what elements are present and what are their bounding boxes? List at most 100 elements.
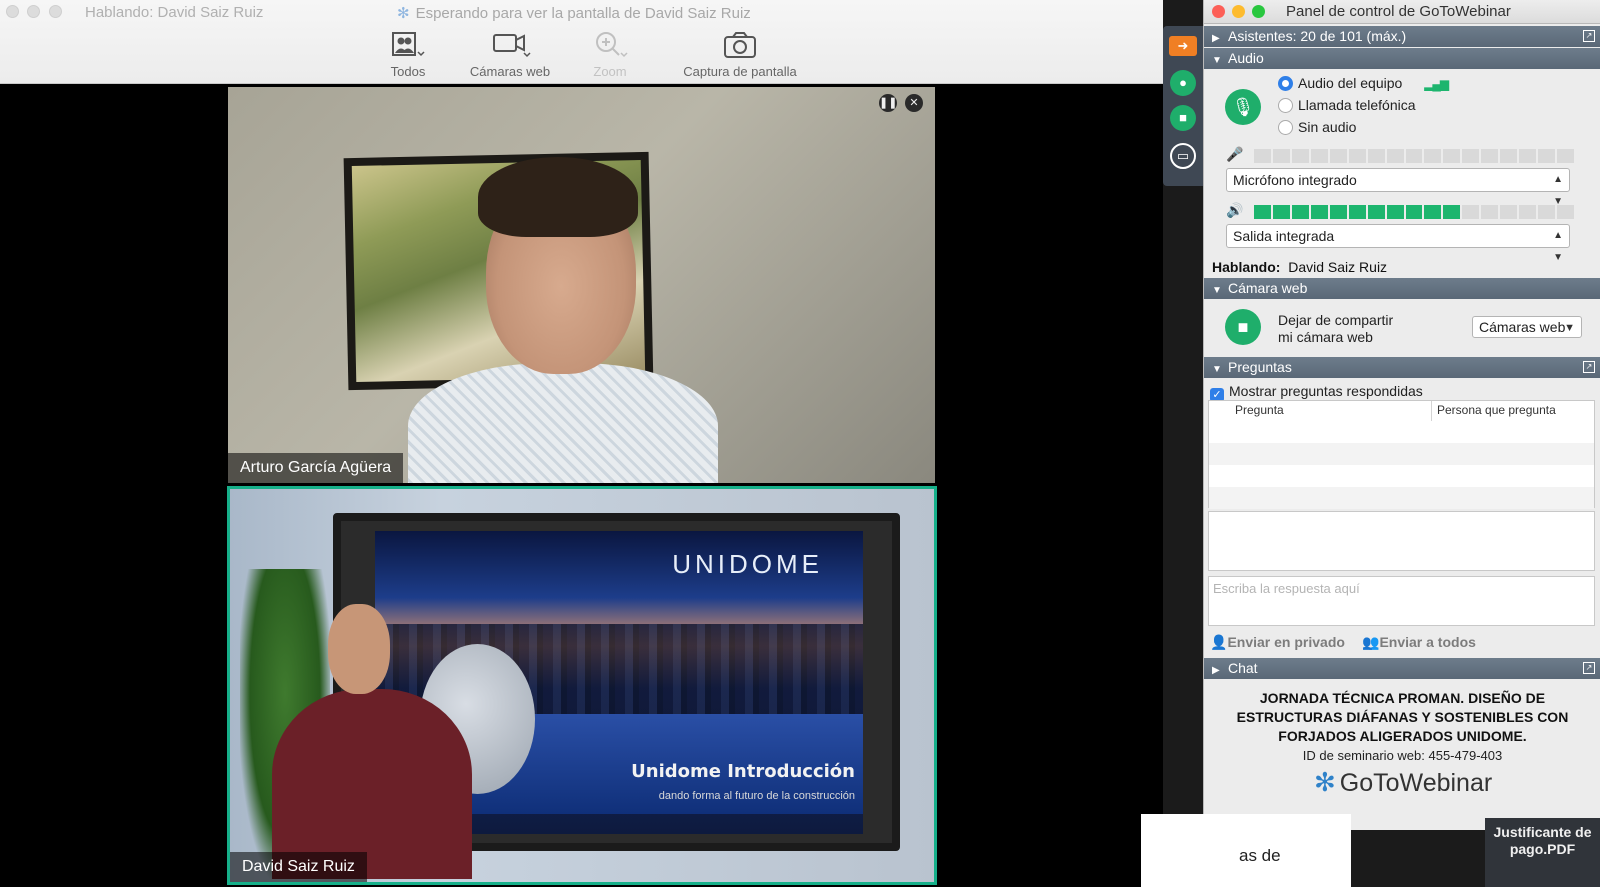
radio-audio-computer[interactable] xyxy=(1278,76,1293,91)
signal-strength-icon: ▂▄▆ xyxy=(1424,77,1449,91)
audio-option-computer[interactable]: Audio del equipo ▂▄▆ xyxy=(1278,75,1449,91)
viewer-speaking-status: Hablando: David Saiz Ruiz xyxy=(85,4,264,21)
meter-segment xyxy=(1254,149,1271,163)
viewer-titlebar: Hablando: David Saiz Ruiz ✻ Esperando par… xyxy=(0,0,1163,84)
pause-icon[interactable]: ❚❚ xyxy=(879,94,897,112)
todos-button[interactable]: Todos xyxy=(383,30,433,79)
webcam-heading: Cámara web xyxy=(1228,280,1308,296)
background-document-text: as de xyxy=(1239,846,1281,865)
webcam-tile-david[interactable]: UNIDOME Unidome Introducción dando forma… xyxy=(227,486,937,885)
brand-name: GoToWebinar xyxy=(1339,769,1493,797)
participant-shirt xyxy=(408,363,718,483)
zoom-button[interactable]: Zoom xyxy=(585,30,635,79)
chat-section-header[interactable]: ▶ Chat ↗ xyxy=(1204,658,1600,679)
control-panel-rail: ➜ ● ■ ▭ xyxy=(1163,26,1203,186)
camaras-web-button[interactable]: Cámaras web xyxy=(458,30,562,79)
zoom-window-button[interactable] xyxy=(49,5,62,18)
gotowebinar-logo: ✻ GoToWebinar xyxy=(1314,767,1492,798)
meter-segment xyxy=(1462,149,1480,163)
show-answered-label: Mostrar preguntas respondidas xyxy=(1229,383,1423,399)
send-private-button[interactable]: 👤Enviar en privado xyxy=(1210,634,1345,651)
close-icon[interactable]: ✕ xyxy=(905,94,923,112)
meter-segment xyxy=(1500,149,1518,163)
stop-sharing-webcam[interactable]: Dejar de compartir mi cámara web xyxy=(1278,312,1393,346)
webinar-id: ID de seminario web: 455-479-403 xyxy=(1302,748,1503,763)
speaker-icon: 🔊 xyxy=(1226,202,1244,218)
question-detail-box xyxy=(1208,511,1595,571)
column-header-person[interactable]: Persona que pregunta xyxy=(1437,403,1556,417)
asistentes-section-header[interactable]: ▶ Asistentes: 20 de 101 (máx.) ↗ xyxy=(1204,26,1600,47)
meter-segment xyxy=(1329,205,1347,219)
captura-de-pantalla-button[interactable]: Captura de pantalla xyxy=(670,30,810,79)
speaking-label: Hablando: xyxy=(1212,259,1281,275)
people-icon xyxy=(392,32,425,57)
mic-level-meter xyxy=(1254,149,1574,163)
captura-label: Captura de pantalla xyxy=(683,64,797,79)
microphone-icon[interactable]: 🎙 xyxy=(1225,89,1261,125)
audio-option-none[interactable]: Sin audio xyxy=(1278,119,1356,135)
updown-icon: ▲ ▼ xyxy=(1553,230,1563,263)
meter-segment xyxy=(1481,149,1499,163)
mic-small-icon: 🎤 xyxy=(1226,146,1244,162)
webcam-tile-arturo[interactable]: ❚❚ ✕ Arturo García Agüera xyxy=(228,87,935,483)
camera-icon xyxy=(724,32,756,58)
table-row xyxy=(1209,465,1594,487)
minimize-panel-button[interactable] xyxy=(1232,5,1245,18)
audio-option-phone[interactable]: Llamada telefónica xyxy=(1278,97,1416,113)
radio-audio-phone[interactable] xyxy=(1278,98,1293,113)
meter-segment xyxy=(1310,149,1328,163)
group-icon: 👥 xyxy=(1362,634,1380,650)
audio-section-header[interactable]: ▼ Audio xyxy=(1204,48,1600,69)
send-all-button[interactable]: 👥Enviar a todos xyxy=(1362,634,1476,651)
stop-sharing-line2: mi cámara web xyxy=(1278,329,1373,345)
speaker-body xyxy=(272,689,472,879)
radio-audio-none[interactable] xyxy=(1278,120,1293,135)
meter-segment xyxy=(1557,205,1574,219)
panel-title: Panel de control de GoToWebinar xyxy=(1286,3,1511,20)
preguntas-heading: Preguntas xyxy=(1228,359,1292,375)
meter-segment xyxy=(1443,149,1461,163)
meter-segment xyxy=(1424,149,1442,163)
popout-icon[interactable]: ↗ xyxy=(1583,361,1595,373)
speaker-level-meter xyxy=(1254,205,1574,219)
zoom-panel-button[interactable] xyxy=(1252,5,1265,18)
close-window-button[interactable] xyxy=(6,5,19,18)
microphone-select[interactable]: Micrófono integrado ▲ ▼ xyxy=(1226,168,1570,207)
close-panel-button[interactable] xyxy=(1212,5,1225,18)
reply-input[interactable]: Escriba la respuesta aquí xyxy=(1208,576,1595,626)
microphone-icon[interactable]: ● xyxy=(1170,70,1196,96)
meter-segment xyxy=(1310,205,1328,219)
asistentes-label: Asistentes: 20 de 101 (máx.) xyxy=(1228,28,1407,44)
gotowebinar-control-panel: Panel de control de GoToWebinar ▶ Asisten… xyxy=(1203,0,1600,830)
expand-arrow-icon: ▶ xyxy=(1212,33,1220,44)
viewer-window: Hablando: David Saiz Ruiz ✻ Esperando par… xyxy=(0,0,1163,887)
popout-icon[interactable]: ↗ xyxy=(1583,30,1595,42)
preguntas-section-header[interactable]: ▼ Preguntas ↗ xyxy=(1204,357,1600,378)
audio-option-label: Audio del equipo xyxy=(1298,75,1403,91)
webcam-icon[interactable]: ■ xyxy=(1170,105,1196,131)
screen-icon[interactable]: ▭ xyxy=(1170,143,1196,169)
webcam-section-header[interactable]: ▼ Cámara web xyxy=(1204,278,1600,299)
meter-segment xyxy=(1386,205,1404,219)
table-row xyxy=(1209,443,1594,465)
audio-option-label: Llamada telefónica xyxy=(1298,97,1416,113)
webcam-select[interactable]: Cámaras web ▼ xyxy=(1472,316,1582,338)
participant-hair xyxy=(478,157,638,237)
audio-option-label: Sin audio xyxy=(1298,119,1357,135)
meter-segment xyxy=(1519,149,1537,163)
desktop-file-icon[interactable]: Justificante de pago.PDF xyxy=(1485,818,1600,887)
minimize-window-button[interactable] xyxy=(27,5,40,18)
participant-name-tag: David Saiz Ruiz xyxy=(230,852,367,882)
webcam-share-icon[interactable]: ■ xyxy=(1225,309,1261,345)
column-header-question[interactable]: Pregunta xyxy=(1235,403,1284,417)
collapse-arrow-icon: ▼ xyxy=(1212,55,1222,66)
collapse-panel-icon[interactable]: ➜ xyxy=(1169,36,1197,56)
meter-segment xyxy=(1443,205,1461,219)
output-select[interactable]: Salida integrada ▲ ▼ xyxy=(1226,224,1570,263)
meter-segment xyxy=(1291,205,1309,219)
participant-name-tag: Arturo García Agüera xyxy=(228,453,404,483)
popout-icon[interactable]: ↗ xyxy=(1583,662,1595,674)
gotowebinar-gear-icon: ✻ xyxy=(397,5,410,22)
screen-waiting-status: ✻ Esperando para ver la pantalla de David… xyxy=(397,4,751,22)
chat-heading: Chat xyxy=(1228,660,1258,676)
